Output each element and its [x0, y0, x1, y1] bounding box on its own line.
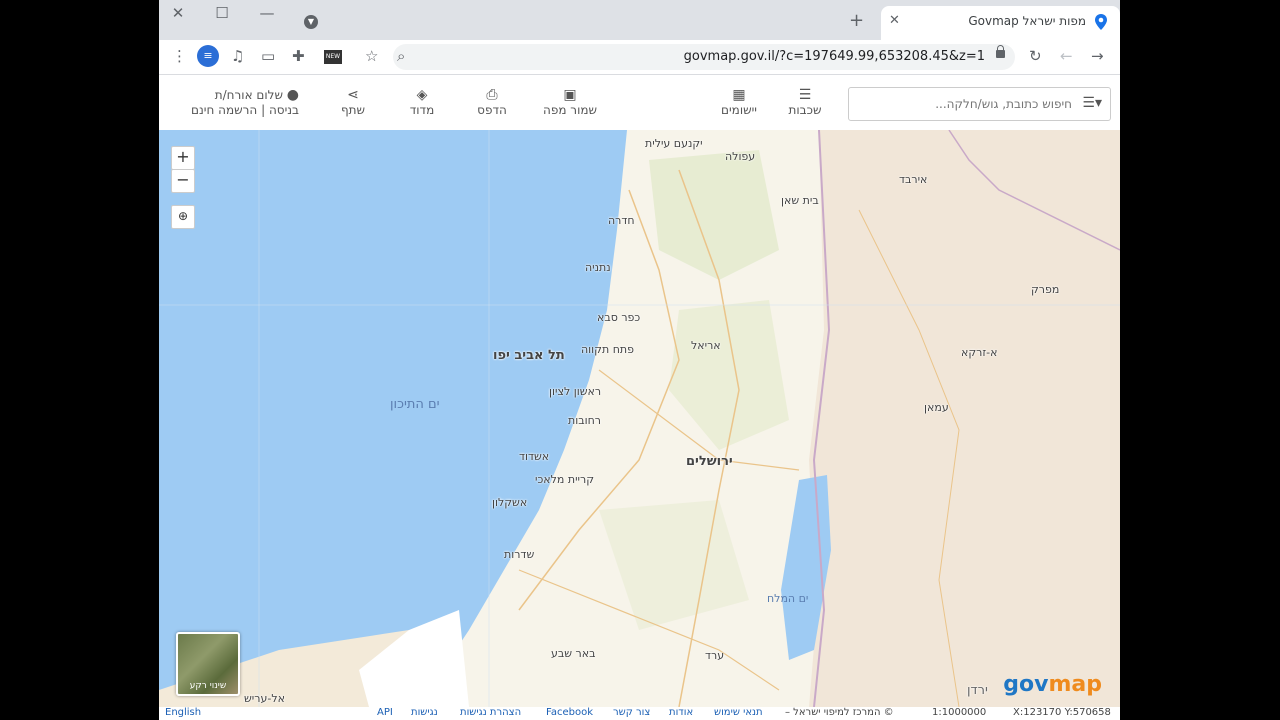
place-label: פתח תקווה [581, 343, 634, 356]
apps-button[interactable]: ▦ יישומים [711, 87, 767, 117]
address-bar[interactable]: ☆ ⌕ govmap.gov.il/?c=197649.99,653208.45… [365, 44, 1015, 70]
maximize-icon[interactable]: ☐ [207, 3, 237, 23]
place-label: חדרה [608, 214, 635, 227]
profile-icon[interactable]: ≡ [197, 45, 219, 67]
coordinates-readout: X:123170 Y:570658 [1013, 707, 1111, 718]
extensions-icon[interactable]: ✚ [292, 47, 305, 65]
new-extension-icon[interactable]: NEW [324, 50, 342, 64]
active-tab[interactable]: מפות ישראל Govmap ✕ [881, 6, 1120, 40]
close-tab-icon[interactable]: ✕ [889, 13, 900, 28]
place-label: תל אביב יפו [493, 348, 565, 363]
api-link[interactable]: API [377, 707, 393, 718]
place-label: באר שבע [551, 647, 596, 660]
search-menu-icon[interactable]: ☰▾ [1082, 95, 1102, 111]
place-label: א-זרקא [961, 346, 998, 359]
user-panel: ● שלום אורח/ת בניסה | הרשמה חינם [189, 87, 299, 117]
place-label: כפר סבא [597, 311, 641, 324]
place-label: ערד [705, 649, 725, 662]
govmap-logo: govmap [1003, 672, 1102, 697]
tab-strip: ✕ ☐ — ▼ + מפות ישראל Govmap ✕ [159, 0, 1120, 40]
apps-grid-icon: ▦ [732, 87, 746, 103]
layers-button[interactable]: ☰ שכבות [785, 87, 825, 117]
tab-title: מפות ישראל Govmap [968, 14, 1086, 28]
place-label: אשקלון [492, 496, 528, 509]
terms-link[interactable]: תנאי שימוש [714, 707, 763, 718]
lock-icon[interactable] [996, 45, 1005, 58]
place-label: שדרות [504, 548, 535, 561]
app-header: ● שלום אורח/ת בניסה | הרשמה חינם ⋖ שתף ◈… [159, 75, 1120, 131]
url-text[interactable]: govmap.gov.il/?c=197649.99,653208.45&z=1 [684, 49, 985, 64]
place-label: בית שאן [781, 194, 819, 207]
zoom-extent-icon[interactable]: ⊕ [171, 205, 195, 229]
map-background [159, 130, 1120, 707]
english-link[interactable]: English [165, 707, 201, 718]
place-label: אשדוד [519, 450, 550, 463]
layers-icon: ☰ [798, 87, 812, 103]
separator: | [261, 103, 266, 117]
search-box[interactable]: ☰▾ [848, 87, 1111, 121]
measure-button[interactable]: ◈ מדוד [404, 87, 440, 117]
place-label: נתניה [585, 261, 611, 274]
bookmark-star-icon[interactable]: ☆ [365, 47, 378, 65]
sea-label: ים המלח [767, 592, 809, 605]
contact-link[interactable]: צור קשר [613, 707, 650, 718]
browser-window: ✕ ☐ — ▼ + מפות ישראל Govmap ✕ ⋮ ≡ ♫ ▭ ✚ … [159, 0, 1120, 720]
measure-icon: ◈ [416, 87, 428, 103]
cast-icon[interactable]: ▭ [261, 47, 275, 65]
print-button[interactable]: ⎙ הדפס [474, 87, 510, 117]
place-label: עפולה [725, 150, 756, 163]
kebab-menu-icon[interactable]: ⋮ [172, 47, 187, 65]
minimize-icon[interactable]: — [252, 3, 282, 23]
greeting: ● שלום אורח/ת [214, 87, 299, 103]
back-icon: ← [1060, 47, 1073, 65]
scale-readout: 1:1000000 [932, 707, 987, 718]
facebook-link[interactable]: Facebook [546, 707, 593, 718]
place-label: רחובות [568, 414, 601, 427]
login-link[interactable]: בניסה [269, 103, 299, 117]
place-label: יקנעם עילית [645, 137, 703, 150]
place-label: אל-עריש [244, 692, 285, 705]
place-label: ירדן [967, 683, 988, 698]
place-label: ראשון לציון [549, 385, 602, 398]
close-window-icon[interactable]: ✕ [163, 3, 193, 23]
print-icon: ⎙ [486, 87, 498, 103]
place-label: אריאל [691, 339, 721, 352]
zoom-icon[interactable]: ⌕ [397, 47, 405, 65]
accessibility-link[interactable]: נגישות [411, 707, 438, 718]
register-link[interactable]: הרשמה חינם [191, 103, 257, 117]
place-label: קריית מלאכי [535, 473, 595, 486]
save-map-button[interactable]: ▣ שמור מפה [537, 87, 603, 117]
basemap-label: שינוי רקע [189, 681, 227, 691]
forward-icon[interactable]: → [1091, 47, 1104, 65]
sea-label: ים התיכון [390, 397, 440, 412]
zoom-in-button[interactable]: + [171, 146, 195, 170]
save-icon: ▣ [563, 87, 577, 103]
accessibility-statement-link[interactable]: הצהרת נגישות [460, 707, 521, 718]
footer: English API נגישות הצהרת נגישות Facebook… [159, 707, 1120, 720]
user-icon: ● [286, 87, 299, 103]
map-canvas[interactable]: + − ⊕ יקנעם עילית עפולה בית שאן אירבד חד… [159, 130, 1120, 707]
basemap-switcher[interactable]: שינוי רקע [176, 632, 240, 696]
place-label: אירבד [899, 173, 928, 186]
about-link[interactable]: אודות [669, 707, 693, 718]
browser-toolbar: ⋮ ≡ ♫ ▭ ✚ NEW ☆ ⌕ govmap.gov.il/?c=19764… [159, 40, 1120, 75]
place-label: עמאן [924, 401, 949, 414]
share-icon: ⋖ [347, 87, 359, 103]
zoom-out-button[interactable]: − [171, 169, 195, 193]
new-tab-button[interactable]: + [849, 10, 864, 31]
search-input[interactable] [855, 92, 1074, 116]
tab-search-icon[interactable]: ▼ [304, 15, 318, 29]
map-pin-icon [1095, 14, 1107, 30]
place-label: מפרק [1031, 283, 1060, 296]
media-icon[interactable]: ♫ [231, 47, 244, 65]
copyright-text: © המרכז למיפוי ישראל – [785, 707, 894, 718]
share-button[interactable]: ⋖ שתף [337, 87, 369, 117]
reload-icon[interactable]: ↻ [1029, 47, 1042, 65]
place-label: ירושלים [686, 454, 733, 469]
